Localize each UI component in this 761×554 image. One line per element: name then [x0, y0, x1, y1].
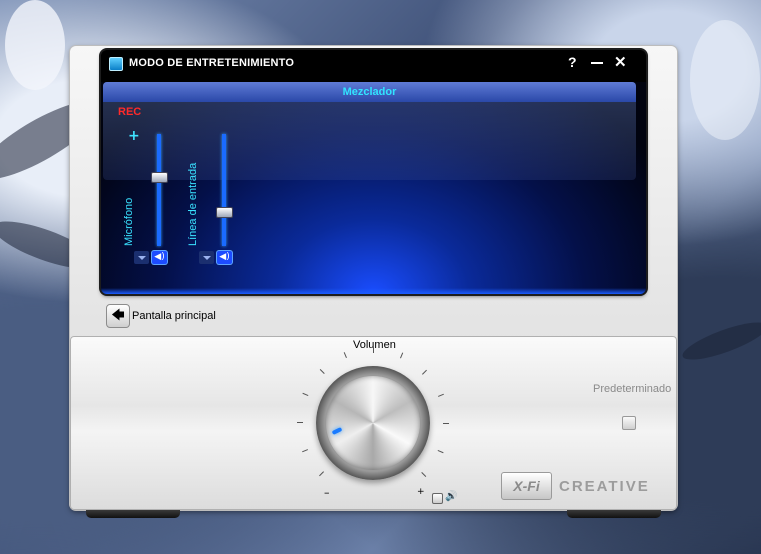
- xfi-logo: X-Fi: [501, 472, 552, 500]
- volume-knob-ring: [316, 366, 430, 480]
- minimize-button[interactable]: [591, 62, 603, 64]
- creative-logo: CREATIVE: [559, 478, 650, 495]
- wallpaper-highlight: [690, 20, 760, 140]
- help-button[interactable]: ?: [568, 54, 577, 70]
- volume-tick: [318, 471, 324, 477]
- default-label: Predeterminado: [593, 383, 672, 395]
- volume-tick: [437, 393, 444, 398]
- speaker-icon: ◀): [219, 252, 230, 262]
- channel-label-microphone: Micrófono: [123, 197, 135, 246]
- volume-tick: [343, 352, 348, 359]
- wallpaper-highlight: [5, 0, 65, 90]
- volume-tick: [399, 352, 404, 359]
- rec-label: REC: [118, 106, 142, 118]
- device-foot-left: [86, 510, 180, 518]
- mixer-glow: [101, 288, 646, 294]
- wallpaper-stroke: [678, 315, 761, 367]
- volume-min-label: –: [324, 486, 330, 499]
- back-label[interactable]: Pantalla principal: [132, 310, 216, 322]
- microphone-slider-track[interactable]: [157, 134, 161, 246]
- volume-tick: [297, 422, 303, 423]
- volume-label: Volumen: [353, 339, 396, 351]
- line-in-slider-thumb[interactable]: [216, 207, 233, 219]
- audio-app-icon: [109, 57, 123, 71]
- title-bar[interactable]: MODO DE ENTRETENIMIENTO ? ✕: [101, 50, 646, 76]
- default-button[interactable]: [622, 416, 636, 430]
- volume-tick: [437, 449, 444, 454]
- volume-tick: [302, 392, 309, 397]
- window-title: MODO DE ENTRETENIMIENTO: [129, 57, 295, 69]
- line-in-slider-track[interactable]: [222, 134, 226, 246]
- mixer-panel: Mezclador REC + Micrófono ◀) Línea de en…: [101, 82, 646, 294]
- microphone-speaker-button[interactable]: ◀): [152, 251, 167, 264]
- mute-checkbox[interactable]: [432, 493, 443, 504]
- back-button[interactable]: 🡄: [106, 304, 130, 328]
- add-channel-button[interactable]: +: [128, 128, 140, 144]
- arrow-left-icon: 🡄: [111, 308, 125, 323]
- volume-tick: [422, 369, 428, 375]
- volume-tick: [373, 347, 374, 353]
- display-screen: MODO DE ENTRETENIMIENTO ? ✕ Mezclador RE…: [101, 50, 646, 294]
- speaker-icon: 🔊: [445, 491, 458, 502]
- microphone-slider-thumb[interactable]: [151, 171, 168, 183]
- channel-label-line-in: Línea de entrada: [187, 162, 199, 246]
- volume-tick: [319, 368, 325, 374]
- volume-tick: [302, 448, 309, 453]
- line-in-speaker-button[interactable]: ◀): [217, 251, 232, 264]
- device-foot-right: [567, 510, 661, 518]
- volume-knob[interactable]: [326, 376, 420, 470]
- mixer-title: Mezclador: [103, 82, 636, 102]
- entertainment-mode-window: MODO DE ENTRETENIMIENTO ? ✕ Mezclador RE…: [70, 46, 677, 518]
- volume-tick: [421, 472, 427, 478]
- volume-max-label: +: [417, 487, 425, 497]
- microphone-dropdown-button[interactable]: [134, 251, 149, 264]
- speaker-icon: ◀): [154, 252, 165, 262]
- control-panel: Volumen – + 🔊 Predeterminado X-Fi CREATI…: [70, 336, 677, 510]
- volume-indicator: [331, 427, 343, 435]
- volume-tick: [443, 423, 449, 424]
- line-in-dropdown-button[interactable]: [199, 251, 214, 264]
- close-button[interactable]: ✕: [614, 53, 627, 71]
